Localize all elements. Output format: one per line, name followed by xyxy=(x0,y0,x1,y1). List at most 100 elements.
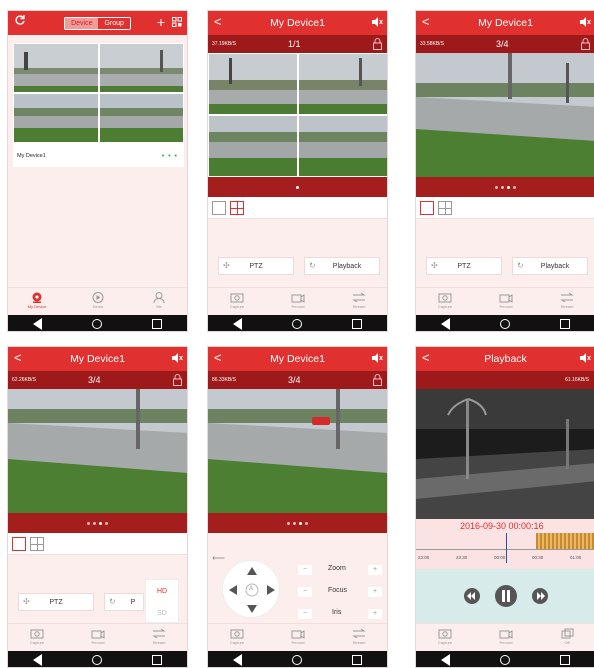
capture-button[interactable]: Capture xyxy=(222,628,252,645)
back-icon[interactable]: < xyxy=(214,14,222,30)
ptz-button[interactable]: ✣ PTZ xyxy=(218,257,294,275)
zoom-minus-button[interactable]: − xyxy=(298,565,312,575)
timeline-cursor[interactable] xyxy=(506,533,507,563)
record-button[interactable]: Record xyxy=(283,628,313,645)
arrow-down-icon[interactable] xyxy=(247,605,257,613)
home-nav-icon[interactable] xyxy=(292,319,302,329)
back-icon[interactable]: < xyxy=(422,14,430,30)
pause-button[interactable] xyxy=(495,585,517,607)
home-nav-icon[interactable] xyxy=(92,319,102,329)
playback-button[interactable]: ↻ P xyxy=(104,593,144,611)
iris-minus-button[interactable]: − xyxy=(298,609,312,619)
tab-label: Me xyxy=(156,304,162,309)
add-icon[interactable]: + xyxy=(157,14,165,30)
camera-view[interactable] xyxy=(208,53,298,115)
layout-selector xyxy=(416,197,594,219)
playback-button[interactable]: ↻ Playback xyxy=(512,257,588,275)
refresh-icon[interactable] xyxy=(14,14,26,30)
home-nav-icon[interactable] xyxy=(292,655,302,665)
device-card[interactable]: My Device1 • • • xyxy=(13,43,184,167)
lock-icon[interactable] xyxy=(373,373,382,386)
speaker-icon[interactable] xyxy=(579,16,591,28)
camera-view[interactable] xyxy=(208,115,298,177)
recent-apps-icon[interactable] xyxy=(152,655,162,665)
timeline[interactable]: 2016-09-30 00:00:16 23:00 23:30 00:00 00… xyxy=(416,519,594,569)
stream-button[interactable]: Stream xyxy=(344,628,374,645)
back-nav-icon[interactable] xyxy=(441,654,450,666)
stream-button[interactable]: Stream xyxy=(344,292,374,309)
record-button[interactable]: Record xyxy=(283,292,313,309)
arrow-up-icon[interactable] xyxy=(247,567,257,575)
tab-device[interactable]: Device xyxy=(65,17,99,29)
speaker-icon[interactable] xyxy=(171,352,183,364)
home-nav-icon[interactable] xyxy=(500,319,510,329)
focus-plus-button[interactable]: + xyxy=(368,587,382,597)
home-nav-icon[interactable] xyxy=(92,655,102,665)
back-nav-icon[interactable] xyxy=(233,318,242,330)
playback-video[interactable] xyxy=(416,389,594,519)
single-layout-button[interactable] xyxy=(212,201,226,215)
speaker-icon[interactable] xyxy=(579,352,591,364)
camera-thumb xyxy=(13,93,99,143)
single-layout-button[interactable] xyxy=(12,537,26,551)
focus-minus-button[interactable]: − xyxy=(298,587,312,597)
lock-icon[interactable] xyxy=(173,373,182,386)
record-button[interactable]: Record xyxy=(491,628,521,645)
ptz-button[interactable]: ✣ PTZ xyxy=(18,593,94,611)
record-button[interactable]: Record xyxy=(83,628,113,645)
arrow-right-icon[interactable] xyxy=(267,585,275,595)
zoom-plus-button[interactable]: + xyxy=(368,565,382,575)
info-bar: 33.58KB/S 3/4 xyxy=(416,35,594,53)
recent-apps-icon[interactable] xyxy=(152,319,162,329)
stream-button[interactable]: Stream xyxy=(552,292,582,309)
capture-button[interactable]: Capture xyxy=(222,292,252,309)
quad-layout-button[interactable] xyxy=(30,537,44,551)
back-nav-icon[interactable] xyxy=(33,654,42,666)
back-icon[interactable]: < xyxy=(214,350,222,366)
tab-my-device[interactable]: My Device xyxy=(22,292,52,309)
video-grid[interactable] xyxy=(208,53,387,177)
recent-apps-icon[interactable] xyxy=(560,655,570,665)
record-button[interactable]: Record xyxy=(491,292,521,309)
speaker-icon[interactable] xyxy=(371,352,383,364)
single-layout-button[interactable] xyxy=(420,201,434,215)
recent-apps-icon[interactable] xyxy=(352,319,362,329)
auto-button[interactable]: A xyxy=(249,586,253,592)
back-icon[interactable]: < xyxy=(14,350,22,366)
recent-apps-icon[interactable] xyxy=(560,319,570,329)
quad-layout-button[interactable] xyxy=(230,201,244,215)
tab-me[interactable]: Me xyxy=(144,292,174,309)
hd-option[interactable]: HD xyxy=(146,580,178,602)
sd-option[interactable]: SD xyxy=(146,602,178,624)
camera-view[interactable] xyxy=(298,53,387,115)
speaker-icon[interactable] xyxy=(371,16,383,28)
quad-layout-button[interactable] xyxy=(438,201,452,215)
back-icon[interactable]: < xyxy=(422,350,430,366)
camera-view[interactable] xyxy=(416,53,594,177)
recent-apps-icon[interactable] xyxy=(352,655,362,665)
ptz-button[interactable]: ✣ PTZ xyxy=(426,257,502,275)
qr-scan-icon[interactable] xyxy=(172,17,182,27)
back-nav-icon[interactable] xyxy=(33,318,42,330)
stream-button[interactable]: Stream xyxy=(144,628,174,645)
online-status-dots[interactable]: • • • xyxy=(162,153,178,160)
capture-button[interactable]: Capture xyxy=(430,292,460,309)
capture-button[interactable]: Capture xyxy=(22,628,52,645)
arrow-left-icon[interactable] xyxy=(229,585,237,595)
back-nav-icon[interactable] xyxy=(441,318,450,330)
android-nav-bar xyxy=(416,651,594,667)
home-nav-icon[interactable] xyxy=(500,655,510,665)
direction-pad[interactable]: A xyxy=(222,560,280,618)
back-nav-icon[interactable] xyxy=(233,654,242,666)
off-button[interactable]: Off xyxy=(552,628,582,645)
camera-view[interactable] xyxy=(298,115,387,177)
iris-plus-button[interactable]: + xyxy=(368,609,382,619)
tab-group[interactable]: Group xyxy=(98,17,130,29)
playback-button[interactable]: ↻ Playback xyxy=(304,257,380,275)
lock-icon[interactable] xyxy=(373,37,382,50)
tab-demo[interactable]: Demo xyxy=(83,292,113,309)
camera-view[interactable] xyxy=(8,389,187,513)
capture-button[interactable]: Capture xyxy=(430,628,460,645)
lock-icon[interactable] xyxy=(581,37,590,50)
camera-view[interactable] xyxy=(208,389,387,513)
